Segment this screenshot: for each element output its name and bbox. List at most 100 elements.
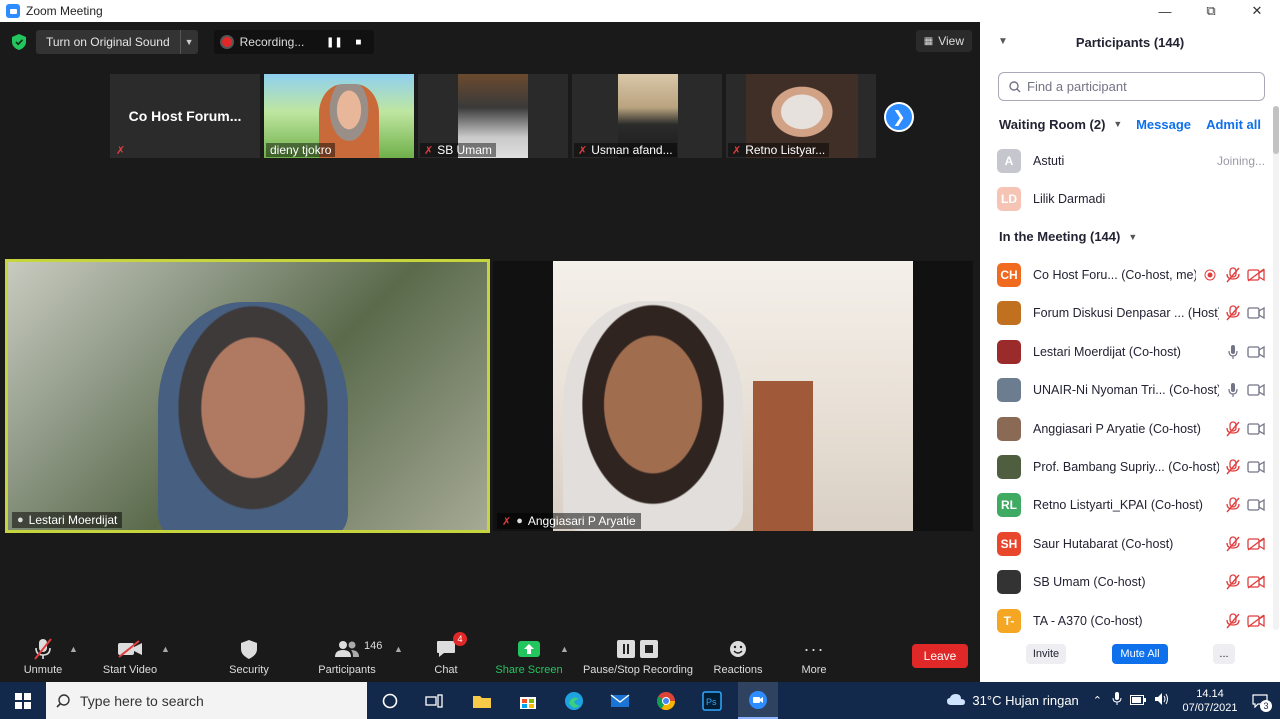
- mic-muted-icon[interactable]: [1224, 458, 1242, 476]
- thumbnail-tile[interactable]: Co Host Forum... ✗: [110, 74, 260, 158]
- speaker-icon[interactable]: [1154, 692, 1170, 709]
- original-sound-button[interactable]: Turn on Original Sound ▼: [36, 30, 198, 54]
- chevron-down-icon[interactable]: ▼: [1128, 232, 1137, 242]
- mic-muted-icon[interactable]: [1224, 612, 1242, 630]
- file-explorer-icon[interactable]: [462, 682, 502, 719]
- chevron-up-icon[interactable]: ▲: [161, 644, 170, 654]
- camera-off-icon[interactable]: [1247, 535, 1265, 553]
- thumbnail-tile[interactable]: ✗ SB Umam: [418, 74, 568, 158]
- next-page-arrow-icon[interactable]: ❯: [884, 102, 914, 132]
- mic-muted-icon[interactable]: [1224, 420, 1242, 438]
- participant-video-tile[interactable]: ✗ ● Anggiasari P Aryatie: [493, 261, 973, 531]
- participant-row[interactable]: UNAIR-Ni Nyoman Tri... (Co-host): [997, 377, 1265, 403]
- reactions-button[interactable]: Reactions: [710, 634, 766, 682]
- camera-off-icon[interactable]: [1247, 573, 1265, 591]
- participant-row[interactable]: Lestari Moerdijat (Co-host): [997, 339, 1265, 365]
- admit-all-button[interactable]: Admit all: [1206, 117, 1261, 132]
- windows-taskbar: Type here to search Ps 31°C Hujan ringan…: [0, 682, 1280, 719]
- participant-row[interactable]: SB Umam (Co-host): [997, 569, 1265, 595]
- pause-recording-icon[interactable]: ❚❚: [326, 34, 343, 50]
- weather-text[interactable]: 31°C Hujan ringan: [972, 693, 1078, 708]
- view-button[interactable]: ▦ View: [915, 30, 972, 52]
- chat-button[interactable]: 4 Chat: [428, 632, 467, 682]
- participant-row[interactable]: CH Co Host Foru... (Co-host, me): [997, 262, 1265, 288]
- chevron-up-icon[interactable]: ▲: [560, 644, 569, 654]
- camera-icon[interactable]: [1247, 458, 1265, 476]
- store-icon[interactable]: [508, 682, 548, 719]
- avatar: CH: [997, 263, 1021, 287]
- unmute-button[interactable]: Unmute: [20, 634, 66, 682]
- thumbnail-tile[interactable]: ✗ Retno Listyar...: [726, 74, 876, 158]
- camera-icon[interactable]: [1247, 304, 1265, 322]
- chevron-up-icon[interactable]: ▲: [394, 644, 403, 654]
- start-video-button[interactable]: Start Video: [100, 634, 160, 682]
- microphone-icon[interactable]: [1224, 381, 1242, 399]
- edge-icon[interactable]: [554, 682, 594, 719]
- waiting-participant-row[interactable]: LD Lilik Darmadi: [997, 186, 1265, 212]
- participants-button[interactable]: 146 Participants: [316, 634, 382, 682]
- chevron-up-icon[interactable]: ▲: [69, 644, 78, 654]
- share-screen-button[interactable]: Share Screen: [494, 634, 564, 682]
- camera-icon[interactable]: [1247, 343, 1265, 361]
- chevron-up-icon[interactable]: ⌃: [1093, 694, 1102, 707]
- thumbnail-tile[interactable]: ✗ Usman afand...: [572, 74, 722, 158]
- photoshop-icon[interactable]: Ps: [692, 682, 732, 719]
- weather-cloud-icon[interactable]: [946, 692, 966, 709]
- mic-muted-icon[interactable]: [1224, 266, 1242, 284]
- participant-row[interactable]: Prof. Bambang Supriy... (Co-host): [997, 454, 1265, 480]
- close-window-button[interactable]: ✕: [1234, 0, 1280, 22]
- leave-button[interactable]: Leave: [912, 644, 968, 668]
- camera-icon[interactable]: [1247, 420, 1265, 438]
- share-screen-label: Share Screen: [495, 664, 563, 676]
- start-button[interactable]: [0, 682, 46, 719]
- stop-recording-icon[interactable]: ■: [350, 34, 366, 50]
- chevron-down-icon[interactable]: ▼: [1113, 119, 1122, 129]
- more-options-button[interactable]: ...: [1213, 644, 1235, 664]
- participant-name: Saur Hutabarat (Co-host): [1033, 536, 1174, 551]
- more-button[interactable]: ··· More: [796, 634, 832, 682]
- camera-off-icon[interactable]: [1247, 266, 1265, 284]
- mic-muted-icon[interactable]: [1224, 573, 1242, 591]
- clock[interactable]: 14.14 07/07/2021: [1180, 687, 1240, 715]
- microphone-icon[interactable]: [1112, 692, 1122, 709]
- camera-icon[interactable]: [1247, 381, 1265, 399]
- thumbnail-tile[interactable]: dieny tjokro: [264, 74, 414, 158]
- chrome-icon[interactable]: [646, 682, 686, 719]
- participant-row[interactable]: SH Saur Hutabarat (Co-host): [997, 531, 1265, 557]
- pause-stop-recording-button[interactable]: Pause/Stop Recording: [580, 634, 696, 682]
- restore-button[interactable]: ⧉: [1188, 0, 1234, 22]
- participant-search-input[interactable]: Find a participant: [998, 72, 1265, 101]
- mic-muted-icon[interactable]: [1224, 496, 1242, 514]
- mute-all-button[interactable]: Mute All: [1112, 644, 1168, 664]
- panel-scrollbar-track[interactable]: [1273, 106, 1279, 630]
- participant-name: Co Host Foru... (Co-host, me): [1033, 268, 1196, 282]
- encryption-shield-icon[interactable]: [10, 33, 28, 51]
- zoom-taskbar-icon[interactable]: [738, 682, 778, 719]
- pause-stop-icon: [615, 638, 661, 660]
- invite-button[interactable]: Invite: [1026, 644, 1066, 664]
- collapse-chevron-icon[interactable]: ▼: [998, 36, 1008, 47]
- panel-scrollbar-thumb[interactable]: [1273, 106, 1279, 154]
- cortana-icon[interactable]: [370, 682, 410, 719]
- microphone-icon[interactable]: [1224, 343, 1242, 361]
- participant-row[interactable]: Anggiasari P Aryatie (Co-host): [997, 416, 1265, 442]
- camera-off-icon[interactable]: [1247, 612, 1265, 630]
- active-speaker-video[interactable]: ● Lestari Moerdijat: [5, 259, 490, 533]
- minimize-button[interactable]: —: [1142, 0, 1188, 22]
- security-button[interactable]: Security: [226, 634, 272, 682]
- participant-row[interactable]: T- TA - A370 (Co-host): [997, 608, 1265, 634]
- taskbar-search-input[interactable]: Type here to search: [46, 682, 367, 719]
- battery-icon[interactable]: [1130, 693, 1146, 708]
- start-video-label: Start Video: [102, 664, 158, 676]
- mic-muted-icon[interactable]: [1224, 535, 1242, 553]
- mail-icon[interactable]: [600, 682, 640, 719]
- camera-icon[interactable]: [1247, 496, 1265, 514]
- participant-row[interactable]: RL Retno Listyarti_KPAI (Co-host): [997, 492, 1265, 518]
- task-view-icon[interactable]: [414, 682, 454, 719]
- waiting-participant-row[interactable]: A Astuti Joining...: [997, 148, 1265, 174]
- notification-center-icon[interactable]: 3: [1240, 682, 1280, 719]
- chevron-down-icon[interactable]: ▼: [179, 30, 198, 54]
- participant-row[interactable]: Forum Diskusi Denpasar ... (Host): [997, 300, 1265, 326]
- message-button[interactable]: Message: [1136, 117, 1191, 132]
- mic-muted-icon[interactable]: [1224, 304, 1242, 322]
